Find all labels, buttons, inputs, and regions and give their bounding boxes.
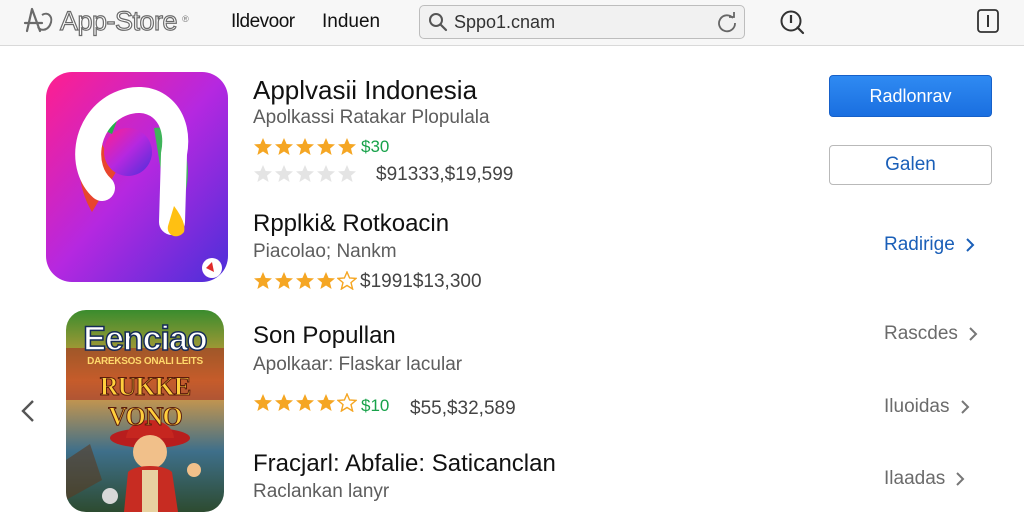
rating-stars — [253, 271, 357, 290]
star-icon — [254, 138, 272, 155]
chevron-right-icon — [960, 400, 969, 414]
app-title[interactable]: Applvasii Indonesia — [253, 75, 477, 106]
star-icon — [275, 272, 293, 289]
row-action-label: Iluoidas — [884, 396, 950, 417]
price-range: $55,$32,589 — [410, 398, 516, 419]
app-subtitle: Apolkaar: Flaskar lacular — [253, 354, 463, 375]
row-action-label: Radirige — [884, 234, 955, 255]
app-subtitle: Raclankan lanyr — [253, 481, 390, 502]
star-icon — [296, 138, 314, 155]
app-store-logo-icon — [23, 7, 53, 33]
nav-link-1[interactable]: Ildevoor — [231, 11, 295, 33]
app-icon-eenciao[interactable]: Eenciao DAREKSOS ONALI LEITS RUKKE VONO — [66, 310, 224, 512]
search-icon — [429, 13, 448, 32]
row-action-link[interactable]: Iluoidas — [884, 396, 970, 418]
row-action-link[interactable]: Radirige — [884, 234, 975, 256]
star-icon — [296, 394, 314, 411]
app-title[interactable]: Rpplki& Rotkoacin — [253, 210, 449, 238]
star-outline-icon — [317, 165, 335, 182]
star-icon — [254, 272, 272, 289]
brand-name: App-Store — [59, 5, 178, 36]
poster-title: Eenciao — [83, 319, 209, 359]
star-icon — [317, 272, 335, 289]
refresh-icon[interactable] — [716, 11, 738, 33]
app-subtitle: Apolkassi Ratakar Plopulala — [253, 107, 490, 128]
chevron-left-icon[interactable] — [20, 398, 36, 424]
star-icon — [317, 394, 335, 411]
star-icon — [254, 394, 272, 411]
nav-link-2[interactable]: Induen — [322, 11, 380, 33]
app-subtitle: Piacolao; Nankm — [253, 241, 397, 262]
brand[interactable]: App-Store ® — [20, 4, 189, 38]
chevron-right-icon — [969, 327, 978, 341]
star-half-icon — [337, 271, 357, 290]
star-icon — [275, 138, 293, 155]
price-green: $30 — [361, 137, 390, 156]
trademark-mark: ® — [182, 14, 189, 24]
info-icon[interactable] — [779, 9, 805, 35]
price-range: $91333,$19,599 — [376, 164, 514, 185]
star-outline-icon — [338, 165, 356, 182]
app-title[interactable]: Son Popullan — [253, 322, 396, 350]
primary-action-button[interactable]: Radlonrav — [829, 75, 992, 117]
star-outline-icon — [296, 165, 314, 182]
chevron-right-icon — [966, 238, 975, 252]
rating-stars — [253, 137, 357, 156]
price-green: $10 — [361, 396, 390, 415]
star-icon — [317, 138, 335, 155]
app-icon-indonesia[interactable] — [46, 72, 228, 284]
star-half-icon — [337, 393, 357, 412]
row-action-link[interactable]: Ilaadas — [884, 468, 965, 490]
rating-stars — [253, 393, 357, 412]
top-bar: App-Store ® Ildevoor Induen — [0, 0, 1024, 46]
star-outline-icon — [254, 165, 272, 182]
menu-icon[interactable] — [976, 8, 1000, 34]
search-input[interactable] — [454, 10, 704, 34]
search-box[interactable] — [419, 5, 745, 39]
chevron-right-icon — [956, 472, 965, 486]
row-action-label: Ilaadas — [884, 468, 946, 489]
poster-heading: RUKKE VONO — [99, 372, 191, 432]
star-icon — [296, 272, 314, 289]
star-icon — [275, 394, 293, 411]
price-range: $1991$13,300 — [360, 271, 482, 292]
star-icon — [338, 138, 356, 155]
row-action-label: Rascdes — [884, 323, 958, 344]
rating-stars-empty — [253, 164, 357, 183]
star-outline-icon — [275, 165, 293, 182]
poster-subtitle: DAREKSOS ONALI LEITS — [87, 356, 203, 367]
app-title[interactable]: Fracjarl: Abfalie: Saticanclan — [253, 450, 556, 478]
row-action-link[interactable]: Rascdes — [884, 323, 978, 345]
secondary-action-button[interactable]: Galen — [829, 145, 992, 185]
